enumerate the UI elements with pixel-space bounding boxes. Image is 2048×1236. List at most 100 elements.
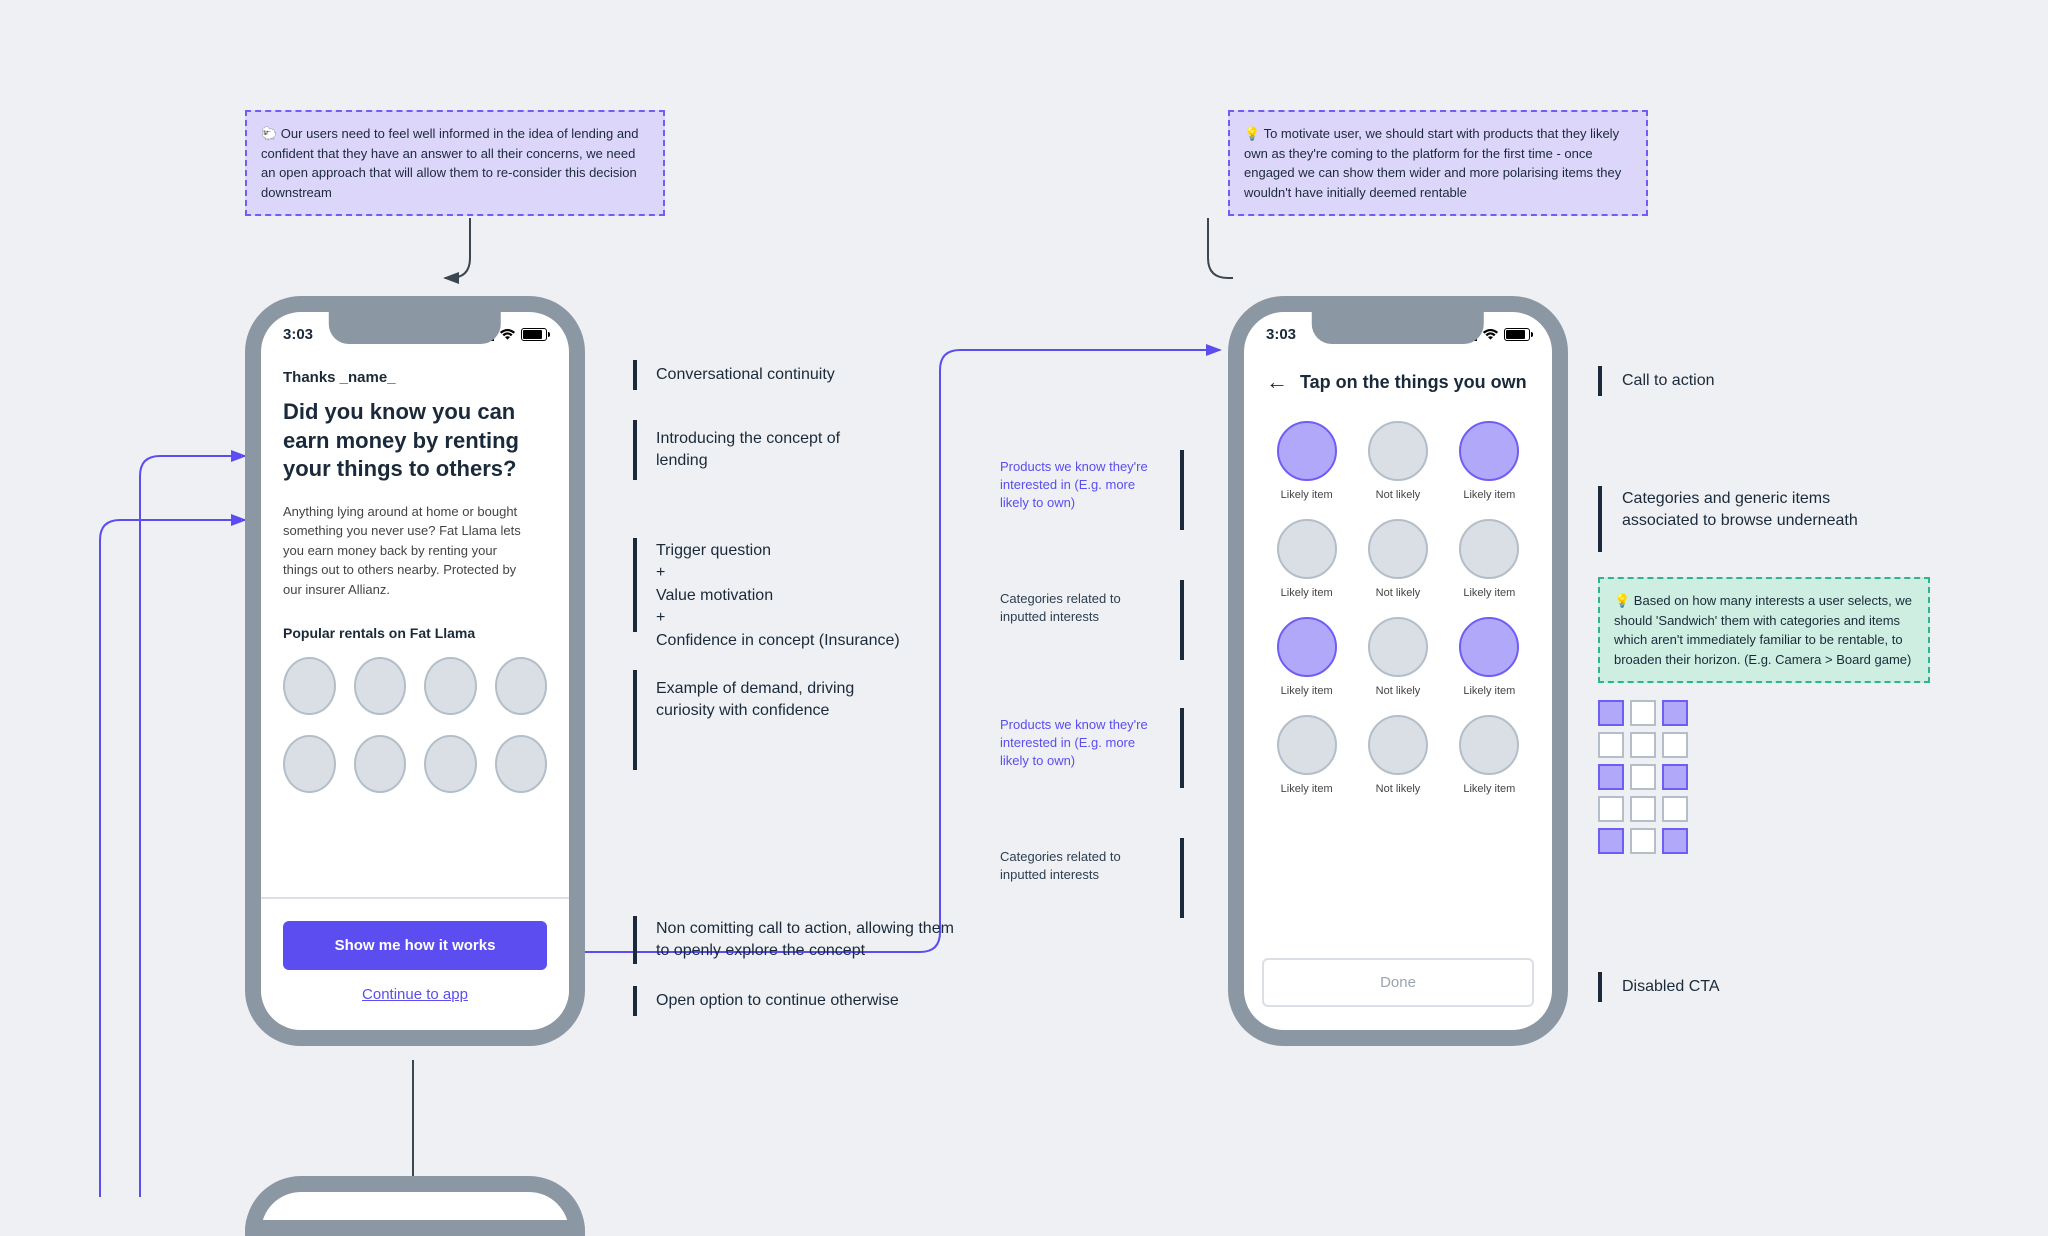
pattern-swatch [1630, 764, 1656, 790]
annotation-bar [633, 538, 637, 632]
annotation-lending-concept: Introducing the concept of lending [656, 428, 896, 473]
item-label: Not likely [1357, 587, 1438, 599]
wifi-icon [499, 328, 516, 341]
item-circle [1368, 421, 1428, 481]
sticky-note-teal: 💡 Based on how many interests a user sel… [1598, 577, 1930, 683]
pattern-swatch [1662, 828, 1688, 854]
item-circle [1459, 715, 1519, 775]
pattern-swatch [1662, 700, 1688, 726]
annotation-categories-2: Categories related to inputted interests [1000, 848, 1165, 884]
annotation-products-interested-1: Products we know they're interested in (… [1000, 458, 1165, 513]
section-popular-rentals: Popular rentals on Fat Llama [283, 625, 547, 641]
sticky-note-left: 🐑 Our users need to feel well informed i… [245, 110, 665, 216]
owned-item[interactable]: Likely item [1449, 715, 1530, 795]
item-label: Likely item [1449, 587, 1530, 599]
phone-frame-selection: 3:03 ← Tap on the things you own Likely … [1228, 296, 1568, 1046]
item-label: Not likely [1357, 685, 1438, 697]
item-label: Likely item [1449, 685, 1530, 697]
annotation-bar [633, 916, 637, 964]
sticky-note-right: 💡 To motivate user, we should start with… [1228, 110, 1648, 216]
pattern-swatch [1662, 764, 1688, 790]
battery-icon [521, 328, 547, 341]
annotation-categories-browse: Categories and generic items associated … [1622, 488, 1862, 533]
battery-icon [1504, 328, 1530, 341]
pattern-swatch [1630, 700, 1656, 726]
item-circle [1368, 715, 1428, 775]
item-circle [1277, 715, 1337, 775]
pattern-swatch [1598, 700, 1624, 726]
item-circle [1277, 421, 1337, 481]
show-how-it-works-button[interactable]: Show me how it works [283, 921, 547, 970]
pattern-swatch [1630, 796, 1656, 822]
item-label: Likely item [1266, 587, 1347, 599]
owned-item[interactable]: Not likely [1357, 617, 1438, 697]
annotation-bar [1180, 450, 1184, 530]
annotation-noncommit-cta: Non comitting call to action, allowing t… [656, 918, 966, 963]
annotation-continue-option: Open option to continue otherwise [656, 990, 956, 1012]
phone-notch [1312, 312, 1484, 344]
annotation-trigger-block: Trigger question + Value motivation + Co… [656, 540, 956, 652]
item-label: Not likely [1357, 489, 1438, 501]
item-label: Likely item [1449, 783, 1530, 795]
pattern-swatch [1630, 828, 1656, 854]
owned-item[interactable]: Likely item [1266, 715, 1347, 795]
annotation-disabled-cta: Disabled CTA [1622, 976, 1720, 998]
status-time: 3:03 [1266, 326, 1296, 343]
back-arrow-icon[interactable]: ← [1266, 369, 1288, 395]
annotation-cta: Call to action [1622, 370, 1715, 392]
greeting-text: Thanks _name_ [283, 369, 547, 386]
item-label: Likely item [1449, 489, 1530, 501]
owned-item[interactable]: Not likely [1357, 519, 1438, 599]
item-circle [1277, 519, 1337, 579]
page-body: Anything lying around at home or bought … [283, 502, 526, 600]
owned-item[interactable]: Likely item [1266, 617, 1347, 697]
item-circle [1277, 617, 1337, 677]
page-title: Tap on the things you own [1300, 372, 1527, 393]
owned-item[interactable]: Likely item [1449, 519, 1530, 599]
annotation-categories-1: Categories related to inputted interests [1000, 590, 1165, 626]
continue-to-app-link[interactable]: Continue to app [283, 986, 547, 1003]
phone-frame-intro: 3:03 Thanks _name_ Did you know you can … [245, 296, 585, 1046]
annotation-bar [1598, 366, 1602, 396]
item-label: Likely item [1266, 685, 1347, 697]
owned-item[interactable]: Likely item [1449, 617, 1530, 697]
annotation-bar [633, 420, 637, 480]
pattern-swatch [1630, 732, 1656, 758]
owned-item[interactable]: Likely item [1266, 421, 1347, 501]
annotation-bar [1180, 838, 1184, 918]
done-button-disabled[interactable]: Done [1262, 958, 1534, 1007]
pattern-swatch [1662, 732, 1688, 758]
page-headline: Did you know you can earn money by renti… [283, 398, 547, 484]
item-circle [1368, 519, 1428, 579]
pattern-swatch [1662, 796, 1688, 822]
item-circle [1459, 617, 1519, 677]
owned-item[interactable]: Likely item [1266, 519, 1347, 599]
annotation-continuity: Conversational continuity [656, 364, 835, 386]
owned-item[interactable]: Likely item [1449, 421, 1530, 501]
annotation-bar [633, 986, 637, 1016]
item-circle [1459, 519, 1519, 579]
pattern-swatch [1598, 828, 1624, 854]
item-circle [1368, 617, 1428, 677]
pattern-swatch [1598, 732, 1624, 758]
popular-row-2 [283, 735, 547, 793]
annotation-bar [1598, 972, 1602, 1002]
pattern-swatch [1598, 764, 1624, 790]
owned-item[interactable]: Not likely [1357, 421, 1438, 501]
phone-frame-next-partial [245, 1176, 585, 1236]
annotation-bar [1180, 708, 1184, 788]
annotation-bar [633, 360, 637, 390]
popular-row-1 [283, 657, 547, 715]
owned-item[interactable]: Not likely [1357, 715, 1438, 795]
phone-notch [329, 312, 501, 344]
annotation-products-interested-2: Products we know they're interested in (… [1000, 716, 1165, 771]
item-label: Likely item [1266, 783, 1347, 795]
pattern-swatch-grid [1598, 700, 1688, 854]
item-label: Likely item [1266, 489, 1347, 501]
pattern-swatch [1598, 796, 1624, 822]
status-time: 3:03 [283, 326, 313, 343]
owned-items-grid: Likely item Not likely Likely item Likely i… [1266, 421, 1530, 795]
wifi-icon [1482, 328, 1499, 341]
annotation-bar [633, 670, 637, 770]
annotation-bar [1180, 580, 1184, 660]
